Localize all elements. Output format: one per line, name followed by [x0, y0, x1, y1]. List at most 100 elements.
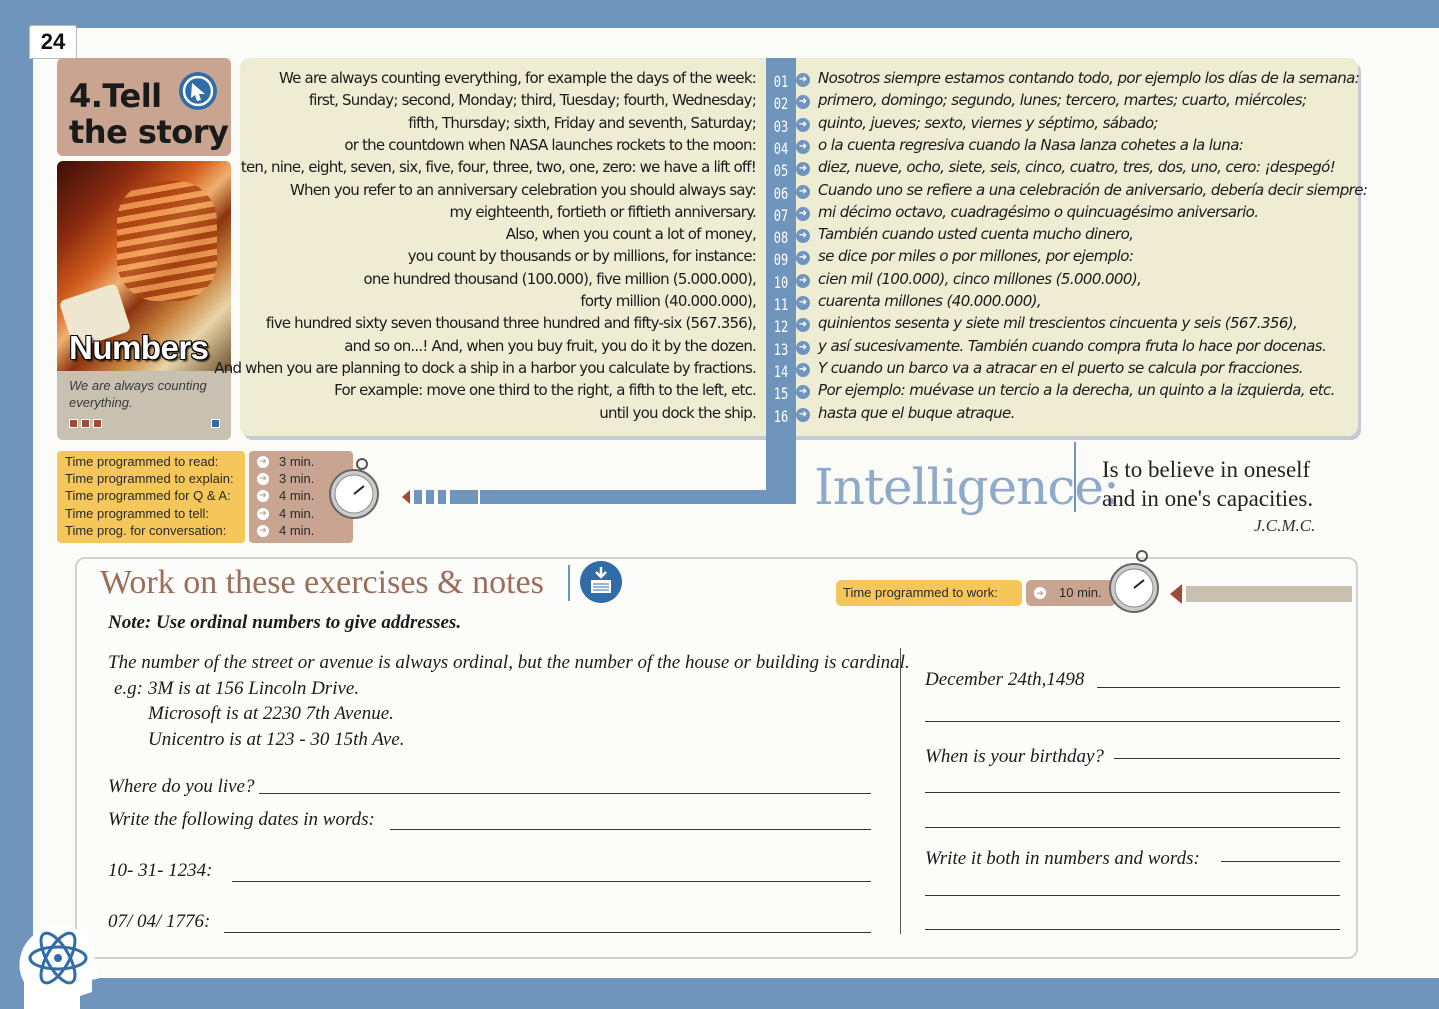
nav-square-active[interactable] — [211, 419, 220, 428]
time-label: Time programmed to explain: — [65, 471, 234, 486]
english-line: We are always counting everything, for e… — [279, 69, 757, 87]
eg-prefix: e.g: — [114, 678, 144, 699]
spanish-line: Cuando uno se refiere a una celebración … — [818, 180, 1368, 199]
english-line: and so on...! And, when you buy fruit, y… — [344, 336, 757, 355]
download-icon[interactable] — [580, 561, 622, 603]
title-divider — [568, 565, 570, 601]
question-where-live: Where do you live? — [108, 776, 255, 797]
english-line: my eighteenth, fortieth or fiftieth anni… — [449, 202, 757, 221]
date-1: 10- 31- 1234: — [108, 860, 213, 881]
question-numbers-words: Write it both in numbers and words: — [925, 848, 1200, 869]
arrow-right-icon: ➜ — [257, 473, 269, 485]
line-number: 14 — [773, 361, 789, 381]
nav-square[interactable] — [69, 419, 78, 428]
arrow-right-icon: ➜ — [796, 407, 810, 422]
connector-bar — [480, 490, 796, 504]
line-number: 07 — [773, 205, 789, 225]
answer-line[interactable] — [1221, 861, 1340, 862]
arrow-right-icon: ➜ — [796, 117, 810, 132]
spanish-line: Nosotros siempre estamos contando todo, … — [818, 69, 1360, 87]
english-line: forty million (40.000.000), — [580, 292, 756, 310]
english-line: one hundred thousand (100.000), five mil… — [363, 269, 757, 288]
time-value: 3 min. — [279, 471, 315, 486]
answer-line[interactable] — [1114, 758, 1340, 759]
arrow-right-icon: ➜ — [796, 229, 810, 244]
quote-author: J.C.M.C. — [1254, 516, 1316, 535]
quote-divider — [1074, 442, 1076, 512]
stopwatch-icon — [1109, 550, 1159, 613]
nav-square[interactable] — [93, 419, 102, 428]
arrow-right-icon: ➜ — [796, 184, 810, 199]
english-line: first, Sunday; second, Monday; third, Tu… — [308, 91, 757, 110]
work-time-label: Time programmed to work: — [836, 580, 1022, 606]
answer-line[interactable] — [925, 827, 1340, 828]
line-number: 15 — [773, 384, 789, 404]
spanish-line: primero, domingo; segundo, lunes; tercer… — [818, 91, 1307, 110]
arrow-right-icon: ➜ — [796, 296, 810, 310]
dashed-connector — [402, 490, 494, 504]
line-number: 01 — [773, 72, 789, 91]
answer-line[interactable] — [925, 792, 1340, 793]
topic-title: Numbers — [69, 329, 209, 366]
exercise-rule: The number of the street or avenue is al… — [108, 652, 910, 673]
line-number: 16 — [773, 406, 789, 426]
coins-stack — [117, 181, 217, 301]
spanish-line: Por ejemplo: muévase un tercio a la dere… — [818, 381, 1335, 400]
arrow-right-icon: ➜ — [796, 362, 810, 377]
english-line: or the countdown when NASA launches rock… — [344, 135, 756, 154]
english-line: fifth, Thursday; sixth, Friday and seven… — [408, 113, 757, 132]
date-2: 07/ 04/ 1776: — [108, 911, 211, 932]
arrow-right-icon: ➜ — [257, 525, 269, 537]
line-number: 08 — [773, 228, 789, 248]
arrow-right-icon: ➜ — [796, 273, 810, 288]
question-dates: Write the following dates in words: — [108, 809, 375, 830]
arrow-right-icon: ➜ — [796, 340, 810, 355]
spanish-line: quinientos sesenta y siete mil trescient… — [818, 314, 1298, 333]
spanish-line: o la cuenta regresiva cuando la Nasa lan… — [818, 135, 1244, 154]
english-line: you count by thousands or by millions, f… — [407, 247, 757, 266]
section-title-box: 4.Tell the story — [57, 58, 231, 156]
time-label: Time programmed for Q & A: — [65, 488, 231, 503]
exercise-title: Work on these exercises & notes — [100, 564, 544, 601]
line-number: 11 — [773, 295, 789, 314]
arrow-right-icon: ➜ — [1034, 587, 1046, 599]
topic-caption: We are always counting everything. — [69, 378, 207, 410]
line-number: 09 — [773, 250, 789, 270]
line-number: 03 — [773, 116, 789, 136]
english-line: For example: move one third to the right… — [334, 381, 757, 400]
time-label: Time prog. for conversation: — [65, 523, 227, 538]
spanish-line: y así sucesivamente. También cuando comp… — [818, 336, 1327, 355]
english-line: And when you are planning to dock a ship… — [214, 358, 757, 377]
page-number: 24 — [29, 25, 77, 59]
answer-line[interactable] — [925, 929, 1340, 930]
answer-line[interactable] — [1097, 687, 1340, 688]
atom-head-icon — [19, 925, 100, 1009]
work-time-value-box: ➜ 10 min. — [1026, 580, 1116, 606]
example-2: Microsoft is at 2230 7th Avenue. — [148, 703, 394, 724]
answer-line[interactable] — [259, 793, 871, 794]
topic-caption-area: We are always counting everything. — [57, 371, 231, 440]
spanish-line: cuarenta millones (40.000.000), — [818, 292, 1042, 310]
example-3: Unicentro is at 123 - 30 15th Ave. — [148, 729, 405, 750]
line-number: 04 — [773, 138, 789, 158]
spanish-line: quinto, jueves; sexto, viernes y séptimo… — [818, 113, 1158, 132]
example-1: 3M is at 156 Lincoln Drive. — [148, 678, 360, 699]
time-value: 4 min. — [279, 523, 315, 538]
arrow-left-marker — [1170, 584, 1182, 604]
numbers-card: Numbers We are always counting everythin… — [57, 161, 231, 440]
answer-line[interactable] — [390, 829, 871, 830]
arrow-right-icon: ➜ — [257, 456, 269, 468]
date-3: December 24th,1498 — [925, 669, 1085, 690]
stopwatch-icon — [329, 458, 379, 519]
arrow-right-icon: ➜ — [796, 73, 810, 87]
time-value: 4 min. — [279, 488, 315, 503]
arrow-right-icon: ➜ — [796, 206, 810, 221]
quote-text: Is to believe in oneself and in one's cap… — [1102, 457, 1314, 511]
answer-line[interactable] — [925, 895, 1340, 896]
column-divider — [900, 648, 901, 934]
nav-square[interactable] — [81, 419, 90, 428]
answer-line[interactable] — [232, 881, 871, 882]
line-number: 06 — [773, 183, 789, 203]
answer-line[interactable] — [925, 721, 1340, 722]
answer-line[interactable] — [224, 932, 871, 933]
